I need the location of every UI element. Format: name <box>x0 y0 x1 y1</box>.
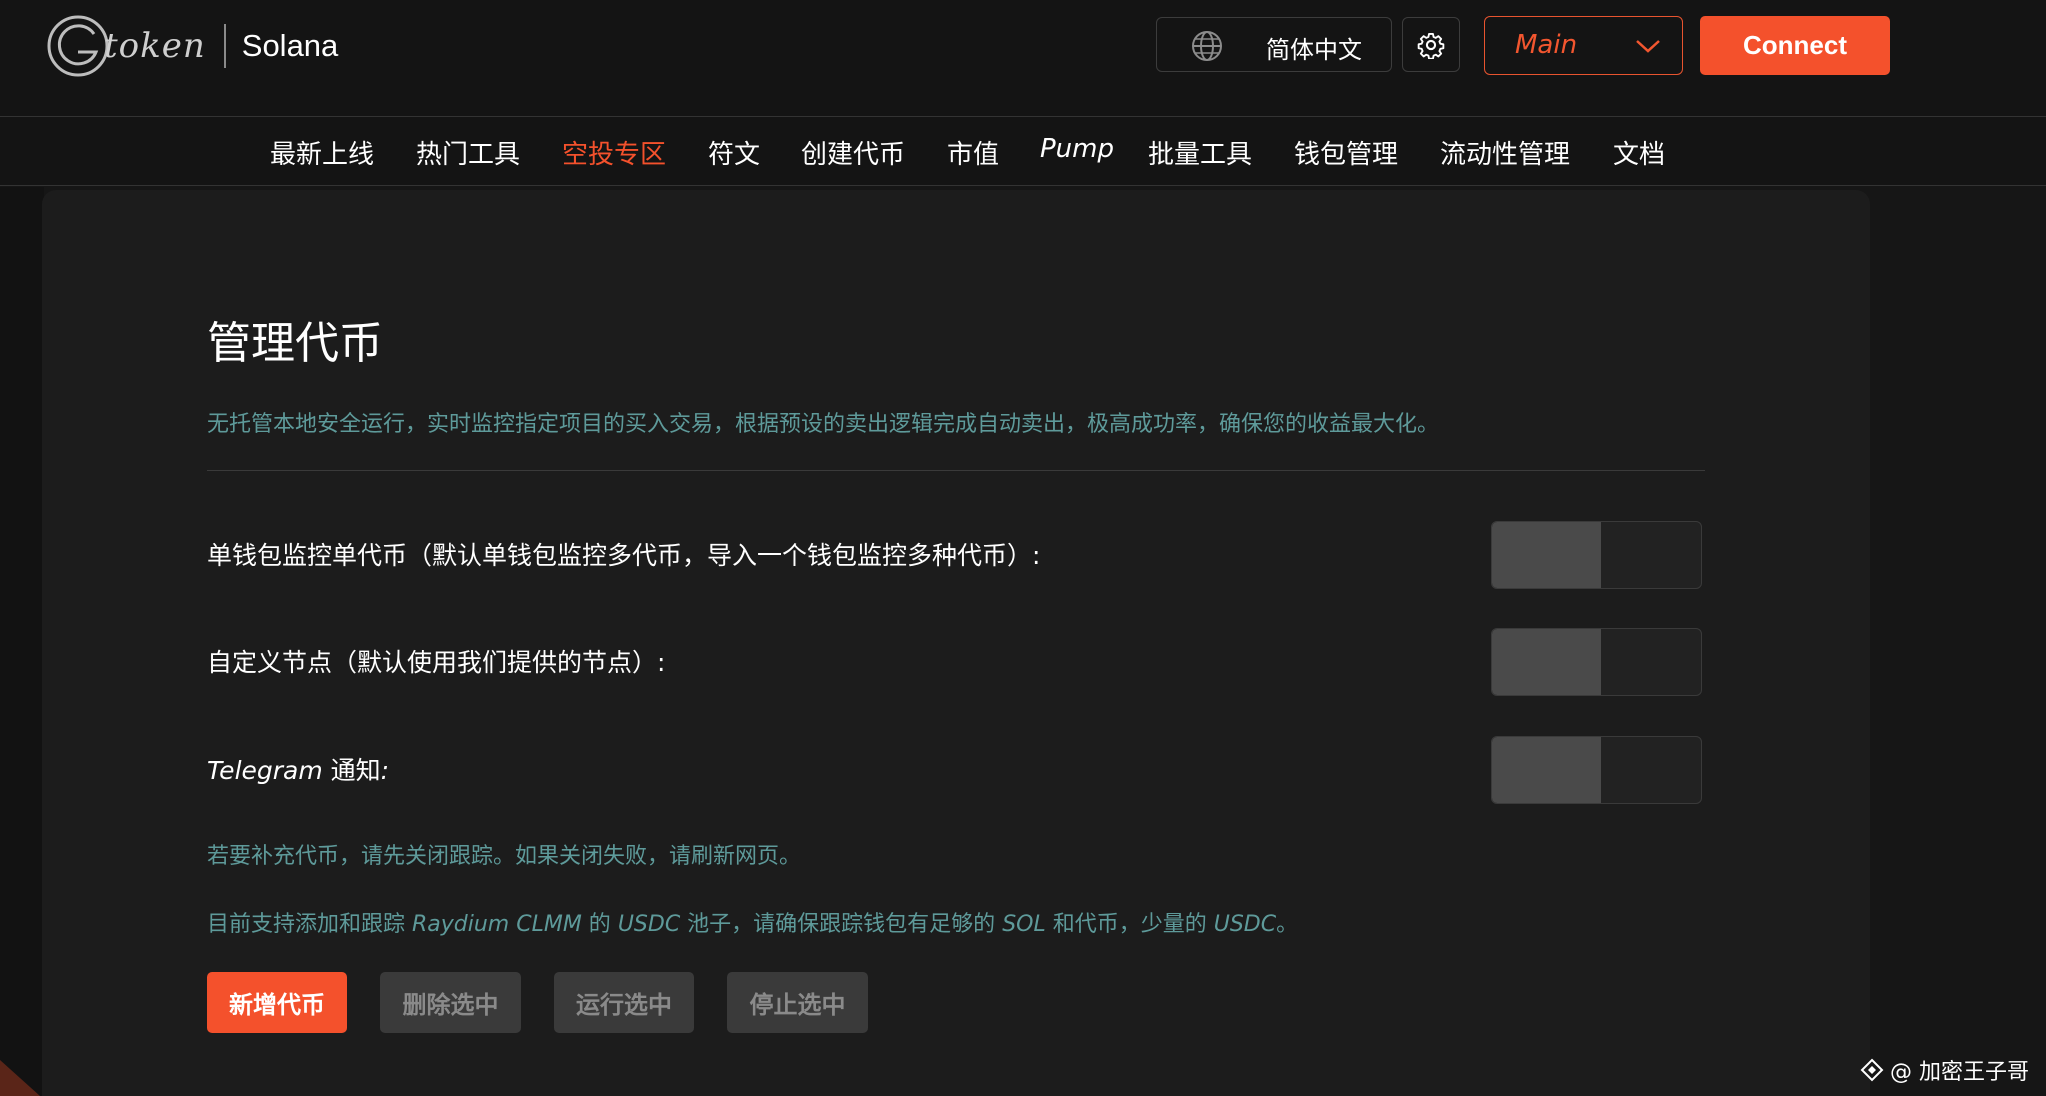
nav-item-liquidity-management[interactable]: 流动性管理 <box>1440 134 1570 171</box>
language-selector[interactable]: 简体中文 <box>1156 17 1392 72</box>
run-selected-button[interactable]: 运行选中 <box>554 972 694 1033</box>
custom-node-label: 自定义节点（默认使用我们提供的节点）: <box>207 648 666 677</box>
nav-item-hot-tools[interactable]: 热门工具 <box>416 134 520 171</box>
note-term-raydium: Raydium CLMM <box>412 912 582 937</box>
divider <box>207 470 1705 471</box>
header: token Solana 简体中文 Main Connect <box>0 0 2046 116</box>
page-description: 无托管本地安全运行，实时监控指定项目的买入交易，根据预设的卖出逻辑完成自动卖出，… <box>207 412 1440 437</box>
nav-item-docs[interactable]: 文档 <box>1613 134 1665 171</box>
logo[interactable]: token Solana <box>44 12 338 80</box>
label-colon: : <box>380 756 390 785</box>
chain-name: Solana <box>241 28 339 63</box>
nav-item-create-token[interactable]: 创建代币 <box>801 134 905 171</box>
single-wallet-single-token-toggle[interactable] <box>1491 521 1702 589</box>
network-label: Main <box>1515 30 1578 60</box>
main-nav: 最新上线 热门工具 空投专区 符文 创建代币 市值 Pump 批量工具 钱包管理… <box>0 116 2046 186</box>
nav-item-runes[interactable]: 符文 <box>708 134 760 171</box>
notify-word: 通知 <box>322 756 381 785</box>
page-title: 管理代币 <box>207 318 383 369</box>
watermark-text: @ 加密王子哥 <box>1890 1060 2029 1085</box>
note-text: 和代币，少量的 <box>1045 912 1214 937</box>
note-text: 的 <box>581 912 618 937</box>
gear-icon <box>1417 32 1445 59</box>
logo-wordmark: token <box>104 26 206 66</box>
nav-item-pump[interactable]: Pump <box>1040 134 1114 164</box>
logo-icon <box>47 15 109 77</box>
custom-node-toggle[interactable] <box>1491 628 1702 696</box>
globe-icon <box>1192 31 1222 61</box>
note-refill-token: 若要补充代币，请先关闭跟踪。如果关闭失败，请刷新网页。 <box>207 844 802 869</box>
add-token-button[interactable]: 新增代币 <box>207 972 347 1033</box>
note-term-usdc: USDC <box>617 912 681 937</box>
nav-item-airdrop[interactable]: 空投专区 <box>562 134 666 171</box>
watermark: @ 加密王子哥 <box>1860 1054 2029 1086</box>
nav-item-wallet-management[interactable]: 钱包管理 <box>1294 134 1398 171</box>
note-text: 池子，请确保跟踪钱包有足够的 <box>680 912 1003 937</box>
note-text: 。 <box>1276 912 1299 937</box>
stop-selected-button[interactable]: 停止选中 <box>727 972 868 1033</box>
background-corner-decoration <box>0 1060 40 1096</box>
toggle-knob <box>1492 737 1601 803</box>
toggle-knob <box>1492 522 1601 588</box>
network-select[interactable]: Main <box>1484 16 1683 75</box>
note-term-usdc: USDC <box>1213 912 1277 937</box>
binance-square-icon <box>1860 1058 1884 1082</box>
delete-selected-button[interactable]: 删除选中 <box>380 972 521 1033</box>
single-wallet-single-token-label: 单钱包监控单代币（默认单钱包监控多代币，导入一个钱包监控多种代币）: <box>207 541 1041 570</box>
nav-item-market-cap[interactable]: 市值 <box>947 134 999 171</box>
chevron-down-icon <box>1636 40 1660 53</box>
telegram-word: Telegram <box>207 756 323 785</box>
toggle-knob <box>1492 629 1601 695</box>
logo-separator <box>223 24 226 68</box>
background-edge <box>0 187 44 1096</box>
settings-button[interactable] <box>1402 17 1460 72</box>
note-text: 目前支持添加和跟踪 <box>207 912 412 937</box>
note-term-sol: SOL <box>1002 912 1046 937</box>
note-supported-pools: 目前支持添加和跟踪 Raydium CLMM 的 USDC 池子，请确保跟踪钱包… <box>207 906 1298 938</box>
telegram-notify-toggle[interactable] <box>1491 736 1702 804</box>
nav-item-batch-tools[interactable]: 批量工具 <box>1148 134 1252 171</box>
telegram-notify-label: Telegram 通知: <box>207 751 389 787</box>
nav-item-latest[interactable]: 最新上线 <box>270 134 374 171</box>
language-label: 简体中文 <box>1266 36 1362 64</box>
connect-button[interactable]: Connect <box>1700 16 1890 75</box>
